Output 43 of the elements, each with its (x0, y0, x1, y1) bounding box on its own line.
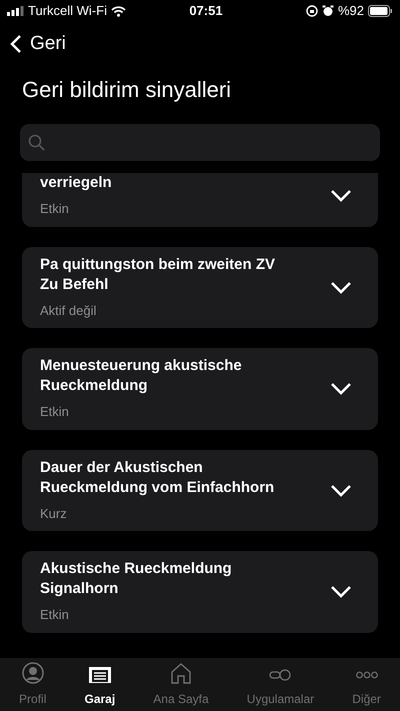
alarm-icon (322, 5, 334, 17)
tab-bar-item[interactable]: Garaj (84, 666, 116, 708)
setting-card[interactable]: Akustische Rueckmeldung Signalhorn Etkin (22, 551, 378, 632)
setting-card[interactable]: verriegeln Etkin (22, 173, 378, 226)
profile-icon (22, 662, 44, 684)
search-icon (28, 134, 46, 152)
setting-title: Menuesteuerung akustische Rueckmeldung (40, 356, 243, 396)
tab-bar-item[interactable]: Uygulamalar (246, 666, 314, 708)
chevron-down-icon (330, 382, 352, 396)
battery-percent: %92 (338, 2, 364, 20)
setting-title: Akustische Rueckmeldung Signalhorn (40, 559, 233, 599)
setting-card[interactable]: Dauer der Akustischen Rueckmeldung vom Einfachhorn Kurz (22, 450, 378, 531)
page-title: Geri bildirim sinyalleri (21, 76, 232, 104)
search-field[interactable] (20, 124, 380, 161)
setting-card[interactable]: Menuesteuerung akustische Rueckmeldung Etkin (22, 348, 378, 430)
back-button[interactable]: Geri (10, 30, 66, 58)
setting-value: Etkin (40, 403, 70, 421)
signal-icon (7, 6, 24, 16)
tab-bar-item[interactable]: Diğer (352, 666, 381, 708)
rotation-lock-icon (306, 5, 318, 17)
setting-title: Pa quittungston beim zweiten ZV Zu Befehl (40, 254, 276, 294)
clock-time: 07:51 (189, 2, 223, 20)
setting-value: Aktif değil (40, 302, 98, 320)
setting-value: Etkin (40, 606, 70, 624)
chevron-down-icon (330, 280, 352, 294)
key-icon (269, 669, 292, 681)
carrier-name: Turkcell Wi-Fi (28, 2, 107, 20)
setting-card[interactable]: Pa quittungston beim zweiten ZV Zu Befehl Aktif değil (22, 246, 378, 328)
wifi-icon (110, 6, 126, 16)
chevron-down-icon (330, 189, 352, 202)
tab-bar-item[interactable]: Profil (19, 666, 46, 708)
more-icon (356, 671, 378, 679)
setting-value: Kurz (40, 504, 68, 522)
home-icon (170, 662, 192, 684)
chevron-left-icon (10, 34, 22, 54)
garage-icon (88, 667, 111, 683)
chevron-down-icon (330, 585, 352, 598)
setting-title: Dauer der Akustischen Rueckmeldung vom Einfachhorn (40, 458, 276, 498)
tab-bar-item[interactable]: Ana Sayfa (153, 666, 209, 708)
setting-title: verriegeln (40, 173, 113, 193)
battery-icon (368, 5, 393, 17)
chevron-down-icon (330, 484, 352, 497)
setting-value: Etkin (40, 200, 70, 218)
